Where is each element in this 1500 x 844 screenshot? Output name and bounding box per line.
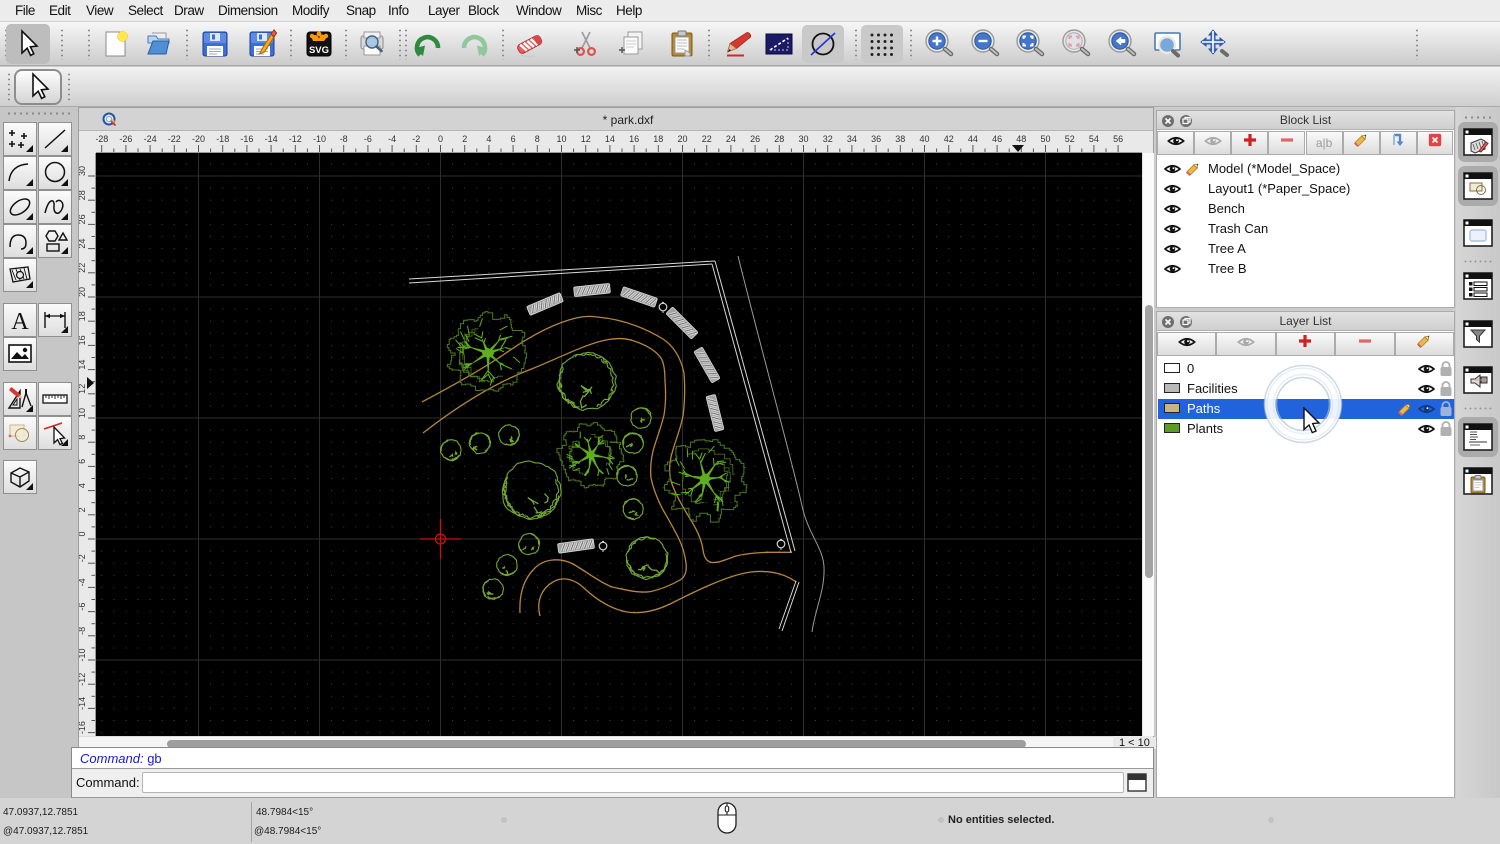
svg-text:SVG: SVG	[309, 45, 329, 56]
svg-text:22: 22	[79, 263, 87, 273]
svg-text:44: 44	[968, 134, 978, 144]
svg-text:2: 2	[79, 507, 87, 512]
svg-text:-12: -12	[289, 134, 302, 144]
svg-text:26: 26	[79, 214, 87, 224]
svg-text:56: 56	[1113, 134, 1123, 144]
svg-text:-4: -4	[79, 578, 87, 586]
svg-text:32: 32	[823, 134, 833, 144]
svg-text:28: 28	[774, 134, 784, 144]
svg-text:46: 46	[992, 134, 1002, 144]
svg-text:6: 6	[511, 134, 516, 144]
svg-text:6: 6	[79, 459, 87, 464]
svg-text:4: 4	[486, 134, 491, 144]
svg-text:38: 38	[895, 134, 905, 144]
svg-text:12: 12	[79, 384, 87, 394]
svg-text:4: 4	[79, 483, 87, 488]
svg-text:28: 28	[79, 190, 87, 200]
svg-text:-12: -12	[79, 673, 87, 686]
svg-text:22: 22	[702, 134, 712, 144]
svg-text:0: 0	[438, 134, 443, 144]
svg-text:-2: -2	[412, 134, 420, 144]
svg-text:34: 34	[847, 134, 857, 144]
svg-text:54: 54	[1089, 134, 1099, 144]
svg-text:12: 12	[581, 134, 591, 144]
svg-text:-16: -16	[79, 721, 87, 734]
svg-text:24: 24	[79, 239, 87, 249]
svg-text:-4: -4	[388, 134, 396, 144]
svg-text:16: 16	[79, 335, 87, 345]
svg-text:-6: -6	[79, 603, 87, 611]
svg-text:52: 52	[1065, 134, 1075, 144]
svg-text:A: A	[11, 309, 29, 334]
svg-text:-8: -8	[340, 134, 348, 144]
svg-text:14: 14	[605, 134, 615, 144]
svg-text:-10: -10	[79, 648, 87, 661]
svg-text:18: 18	[79, 311, 87, 321]
svg-text:0: 0	[79, 531, 87, 536]
svg-text:48: 48	[1016, 134, 1026, 144]
svg-text:30: 30	[79, 166, 87, 176]
svg-text:42: 42	[944, 134, 954, 144]
svg-text:-22: -22	[168, 134, 181, 144]
svg-text:30: 30	[798, 134, 808, 144]
svg-text:20: 20	[677, 134, 687, 144]
svg-text:24: 24	[726, 134, 736, 144]
svg-text:-2: -2	[79, 554, 87, 562]
svg-text:40: 40	[919, 134, 929, 144]
svg-text:18: 18	[653, 134, 663, 144]
svg-text:-14: -14	[79, 697, 87, 710]
svg-text:20: 20	[79, 287, 87, 297]
svg-text:-28: -28	[96, 134, 108, 144]
svg-text:-16: -16	[240, 134, 253, 144]
svg-text:-8: -8	[79, 627, 87, 635]
svg-text:8: 8	[535, 134, 540, 144]
svg-text:-6: -6	[364, 134, 372, 144]
svg-text:10: 10	[556, 134, 566, 144]
svg-text:-26: -26	[119, 134, 132, 144]
svg-text:10: 10	[79, 408, 87, 418]
svg-text:2: 2	[462, 134, 467, 144]
svg-text:8: 8	[79, 435, 87, 440]
svg-text:-18: -18	[216, 134, 229, 144]
svg-text:-24: -24	[144, 134, 157, 144]
svg-text:16: 16	[629, 134, 639, 144]
svg-text:50: 50	[1040, 134, 1050, 144]
svg-text:14: 14	[79, 360, 87, 370]
svg-text:-20: -20	[192, 134, 205, 144]
svg-text:-10: -10	[313, 134, 326, 144]
svg-text:36: 36	[871, 134, 881, 144]
svg-text:-14: -14	[265, 134, 278, 144]
svg-text:26: 26	[750, 134, 760, 144]
